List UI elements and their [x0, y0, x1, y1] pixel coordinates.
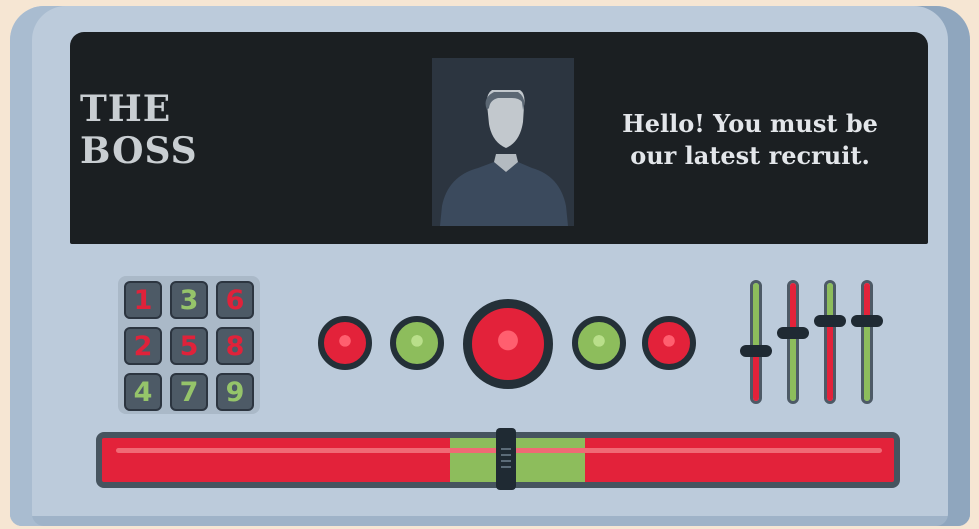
- keypad-key-7[interactable]: 7: [170, 373, 208, 411]
- dialogue-line-1: Hello! You must be: [622, 109, 878, 138]
- green-button-2[interactable]: [572, 316, 626, 370]
- slider-fill-bottom: [827, 324, 833, 401]
- green-button-1[interactable]: [390, 316, 444, 370]
- keypad-key-9[interactable]: 9: [216, 373, 254, 411]
- slider-fill-bottom: [790, 336, 796, 401]
- dialogue-line-2: our latest recruit.: [630, 141, 870, 170]
- slider-track-1[interactable]: [750, 280, 762, 404]
- character-name: THE BOSS: [80, 88, 198, 172]
- slider-track-4[interactable]: [861, 280, 873, 404]
- target-zone: [450, 438, 585, 482]
- slider-fill-bottom: [753, 354, 759, 401]
- keypad-key-8[interactable]: 8: [216, 327, 254, 365]
- slider-fill-bottom: [864, 324, 870, 401]
- keypad-key-4[interactable]: 4: [124, 373, 162, 411]
- keypad-key-1[interactable]: 1: [124, 281, 162, 319]
- slider-handle-2[interactable]: [777, 327, 809, 339]
- character-portrait: [432, 58, 574, 226]
- slider-handle-1[interactable]: [740, 345, 772, 357]
- big-red-button[interactable]: [463, 299, 553, 389]
- red-button-1[interactable]: [318, 316, 372, 370]
- slider-fill-top: [753, 283, 759, 354]
- keypad-key-5[interactable]: 5: [170, 327, 208, 365]
- dialogue-text: Hello! You must be our latest recruit.: [594, 108, 906, 172]
- slider-handle-4[interactable]: [851, 315, 883, 327]
- person-silhouette-icon: [440, 90, 568, 226]
- red-button-2[interactable]: [642, 316, 696, 370]
- tuning-bar-handle[interactable]: [496, 428, 516, 490]
- keypad-key-6[interactable]: 6: [216, 281, 254, 319]
- slider-handle-3[interactable]: [814, 315, 846, 327]
- keypad-key-2[interactable]: 2: [124, 327, 162, 365]
- slider-track-3[interactable]: [824, 280, 836, 404]
- keypad-key-3[interactable]: 3: [170, 281, 208, 319]
- slider-track-2[interactable]: [787, 280, 799, 404]
